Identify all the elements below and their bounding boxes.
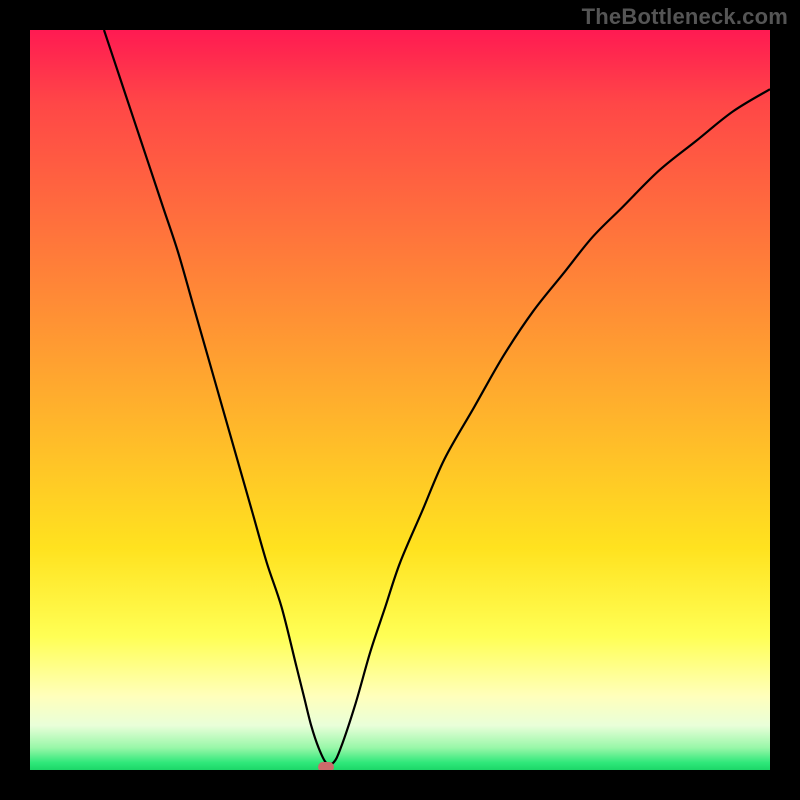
bottleneck-curve xyxy=(30,30,770,770)
chart-plot-area xyxy=(30,30,770,770)
watermark-text: TheBottleneck.com xyxy=(582,4,788,30)
min-marker xyxy=(318,762,334,770)
